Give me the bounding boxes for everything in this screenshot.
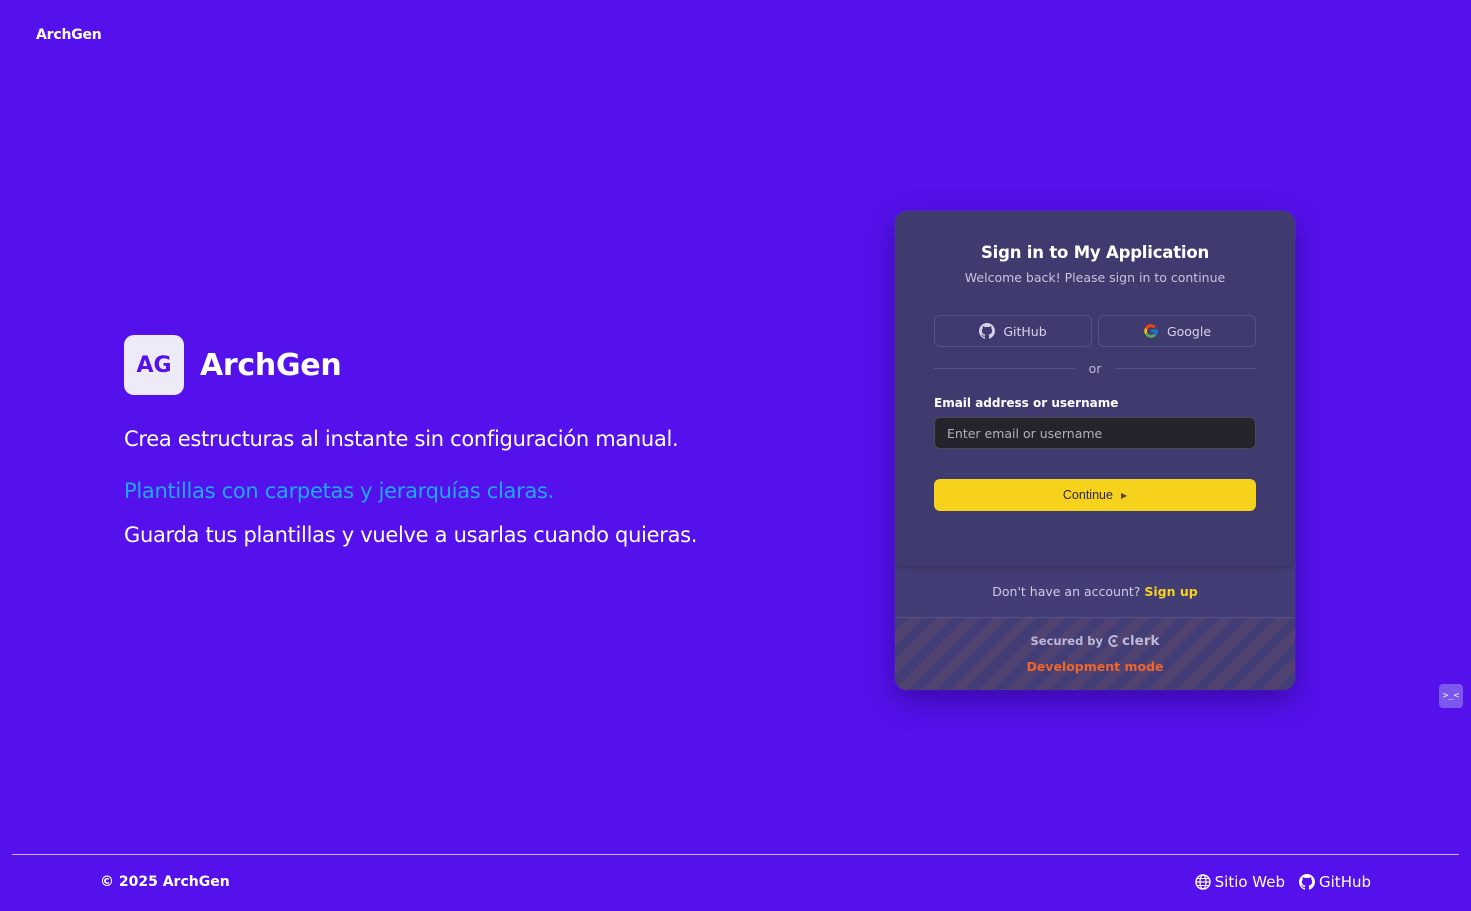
hero-tagline-1: Crea estructuras al instante sin configu… bbox=[124, 427, 679, 451]
dev-tools-glyph: >_< bbox=[1442, 691, 1460, 701]
signin-card: Sign in to My Application Welcome back! … bbox=[895, 211, 1295, 690]
secured-section: Secured by clerk Development mode bbox=[895, 618, 1295, 690]
top-brand[interactable]: ArchGen bbox=[36, 27, 102, 43]
signup-prompt: Don't have an account? bbox=[992, 584, 1141, 599]
signin-title: Sign in to My Application bbox=[980, 243, 1210, 262]
signup-row: Don't have an account? Sign up bbox=[895, 566, 1295, 617]
signin-subtitle: Welcome back! Please sign in to continue bbox=[964, 270, 1226, 285]
divider-text: or bbox=[1088, 361, 1102, 376]
github-link-label: GitHub bbox=[1319, 873, 1371, 891]
github-icon bbox=[1299, 874, 1316, 890]
github-icon bbox=[979, 323, 996, 339]
hero-app-name: ArchGen bbox=[200, 347, 342, 383]
development-mode-label: Development mode bbox=[1026, 659, 1164, 674]
clerk-logo: clerk bbox=[1108, 633, 1159, 649]
globe-icon bbox=[1194, 874, 1211, 890]
hero-header: AG ArchGen bbox=[124, 335, 764, 395]
divider-line-right bbox=[1115, 368, 1257, 369]
github-link[interactable]: GitHub bbox=[1299, 873, 1371, 891]
clerk-icon bbox=[1108, 635, 1119, 647]
hero-tagline-3: Guarda tus plantillas y vuelve a usarlas… bbox=[124, 523, 698, 547]
continue-button[interactable]: Continue ▶ bbox=[934, 479, 1256, 511]
copyright: © 2025 ArchGen bbox=[100, 874, 230, 890]
dev-tools-widget[interactable]: >_< bbox=[1439, 684, 1463, 708]
website-link-label: Sitio Web bbox=[1214, 873, 1286, 891]
email-field-label: Email address or username bbox=[934, 396, 1119, 410]
signin-card-footer: Don't have an account? Sign up Secured b… bbox=[895, 566, 1295, 690]
footer-links: Sitio Web GitHub bbox=[1194, 873, 1371, 891]
signin-card-main: Sign in to My Application Welcome back! … bbox=[895, 211, 1295, 566]
signup-link[interactable]: Sign up bbox=[1144, 584, 1197, 599]
hero: AG ArchGen Crea estructuras al instante … bbox=[124, 335, 764, 549]
divider-line-left bbox=[934, 368, 1075, 369]
secured-by-text: Secured by bbox=[1030, 634, 1104, 648]
or-divider: or bbox=[934, 361, 1257, 376]
google-signin-label: Google bbox=[1166, 323, 1212, 339]
github-signin-button[interactable]: GitHub bbox=[934, 315, 1092, 347]
website-link[interactable]: Sitio Web bbox=[1194, 873, 1286, 891]
github-signin-label: GitHub bbox=[1003, 323, 1047, 339]
hero-tagline-2: Plantillas con carpetas y jerarquías cla… bbox=[124, 479, 555, 503]
email-field[interactable] bbox=[934, 417, 1256, 449]
secured-by-row[interactable]: Secured by clerk bbox=[895, 633, 1295, 649]
caret-right-icon: ▶ bbox=[1120, 490, 1128, 500]
logo-initials: AG bbox=[136, 352, 172, 378]
social-buttons: GitHub Google bbox=[934, 315, 1256, 347]
clerk-wordmark: clerk bbox=[1122, 633, 1160, 649]
footer-rule bbox=[12, 854, 1459, 855]
google-signin-button[interactable]: Google bbox=[1098, 315, 1256, 347]
continue-label: Continue bbox=[1062, 488, 1113, 502]
page: ArchGen AG ArchGen Crea estructuras al i… bbox=[0, 0, 1471, 911]
app-logo: AG bbox=[124, 335, 184, 395]
google-icon bbox=[1144, 324, 1158, 338]
